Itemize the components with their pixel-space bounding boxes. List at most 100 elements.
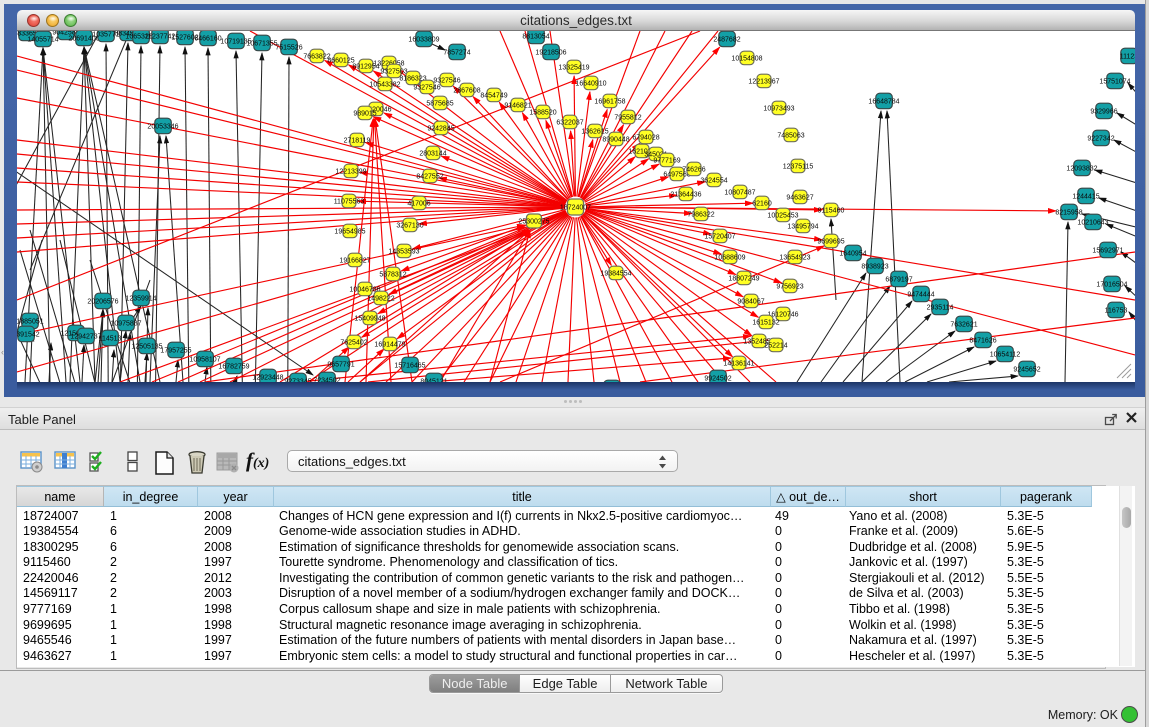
svg-text:6466160: 6466160 <box>194 35 221 42</box>
svg-text:9756923: 9756923 <box>776 283 803 290</box>
svg-text:6794028: 6794028 <box>632 134 659 141</box>
svg-text:9924502: 9924502 <box>704 375 731 382</box>
svg-text:7986322: 7986322 <box>687 211 714 218</box>
svg-text:8454749: 8454749 <box>480 92 507 99</box>
svg-text:2803144: 2803144 <box>419 150 446 157</box>
svg-text:7515526: 7515526 <box>275 44 302 51</box>
svg-text:16782759: 16782759 <box>218 363 249 370</box>
svg-text:19654985: 19654985 <box>334 228 365 235</box>
svg-text:13325419: 13325419 <box>558 64 589 71</box>
svg-text:15692971: 15692971 <box>1092 247 1123 254</box>
svg-text:9329966: 9329966 <box>1090 108 1117 115</box>
svg-text:417006: 417006 <box>407 200 430 207</box>
svg-text:7955812: 7955812 <box>614 114 641 121</box>
svg-text:8215958: 8215958 <box>1055 209 1082 216</box>
svg-text:19384554: 19384554 <box>600 270 631 277</box>
svg-text:16648784: 16648784 <box>868 98 899 105</box>
svg-text:16033809: 16033809 <box>408 36 439 43</box>
svg-text:17016504: 17016504 <box>1096 281 1127 288</box>
svg-text:10671355: 10671355 <box>246 40 277 47</box>
svg-text:8427552: 8427552 <box>416 173 443 180</box>
svg-text:9474444: 9474444 <box>907 291 934 298</box>
svg-text:12213967: 12213967 <box>748 78 779 85</box>
svg-text:6879197: 6879197 <box>885 276 912 283</box>
svg-text:15751074: 15751074 <box>1099 78 1130 85</box>
svg-text:7485063: 7485063 <box>777 132 804 139</box>
svg-text:7857274: 7857274 <box>443 49 470 56</box>
svg-text:1391542: 1391542 <box>17 331 40 338</box>
svg-text:12375115: 12375115 <box>783 163 814 170</box>
svg-text:5878312: 5878312 <box>379 271 406 278</box>
svg-text:8660125: 8660125 <box>327 57 354 64</box>
svg-text:989015: 989015 <box>353 110 376 117</box>
svg-text:9327546: 9327546 <box>433 77 460 84</box>
svg-text:12359914: 12359914 <box>125 295 156 302</box>
svg-text:746266: 746266 <box>682 166 705 173</box>
svg-text:12213399: 12213399 <box>335 168 366 175</box>
svg-text:14136141: 14136141 <box>723 360 754 367</box>
svg-text:20206576: 20206576 <box>87 298 118 305</box>
svg-text:12923448: 12923448 <box>252 374 283 381</box>
svg-text:10025453: 10025453 <box>767 212 798 219</box>
svg-text:9242845: 9242845 <box>427 125 454 132</box>
svg-text:7234502: 7234502 <box>313 377 340 382</box>
svg-text:17957255: 17957255 <box>160 347 191 354</box>
svg-text:10154808: 10154808 <box>731 55 762 62</box>
svg-text:6322037: 6322037 <box>556 119 583 126</box>
svg-text:14055714: 14055714 <box>27 36 58 43</box>
svg-text:10973493: 10973493 <box>763 105 794 112</box>
svg-text:12093832: 12093832 <box>1066 165 1097 172</box>
svg-text:9699695: 9699695 <box>817 238 844 245</box>
svg-text:15720407: 15720407 <box>704 233 735 240</box>
svg-text:9245652: 9245652 <box>1013 366 1040 373</box>
svg-text:12505135: 12505135 <box>131 343 162 350</box>
svg-text:11123: 11123 <box>1120 53 1135 60</box>
svg-text:18807249: 18807249 <box>728 275 759 282</box>
svg-text:2718119: 2718119 <box>344 137 371 144</box>
svg-text:10975887: 10975887 <box>110 320 141 327</box>
svg-text:9227342: 9227342 <box>1087 135 1114 142</box>
svg-text:2935114: 2935114 <box>927 304 954 311</box>
svg-text:9327546: 9327546 <box>413 84 440 91</box>
svg-text:10210643: 10210643 <box>1077 219 1108 226</box>
svg-text:1885051: 1885051 <box>17 318 44 325</box>
svg-text:13495794: 13495794 <box>787 223 818 230</box>
svg-text:13654923: 13654923 <box>779 254 810 261</box>
svg-text:3624554: 3624554 <box>700 177 727 184</box>
svg-text:8938923: 8938923 <box>861 263 888 270</box>
svg-text:25300275: 25300275 <box>518 219 549 226</box>
svg-text:7625402: 7625402 <box>340 339 367 346</box>
svg-text:10543382: 10543382 <box>369 81 400 88</box>
svg-text:8045121: 8045121 <box>420 378 447 382</box>
svg-text:9084067: 9084067 <box>737 298 764 305</box>
svg-text:10688609: 10688609 <box>714 254 745 261</box>
svg-text:2487682: 2487682 <box>713 36 740 43</box>
svg-text:9146821: 9146821 <box>504 102 531 109</box>
svg-text:15716465: 15716465 <box>394 362 425 369</box>
svg-text:3267130: 3267130 <box>396 222 423 229</box>
svg-text:9327503: 9327503 <box>380 68 407 75</box>
svg-text:10654112: 10654112 <box>990 351 1021 358</box>
svg-text:16640910: 16640910 <box>575 80 606 87</box>
svg-text:14353593: 14353593 <box>388 248 419 255</box>
svg-text:1498222: 1498222 <box>367 295 394 302</box>
svg-text:62160: 62160 <box>752 200 772 207</box>
svg-text:8471626: 8471626 <box>969 337 996 344</box>
svg-text:252214: 252214 <box>764 342 787 349</box>
svg-text:1362615: 1362615 <box>581 128 608 135</box>
svg-text:1640954: 1640954 <box>839 250 866 257</box>
svg-text:16914479: 16914479 <box>374 341 405 348</box>
svg-text:7632621: 7632621 <box>950 321 977 328</box>
svg-text:18724007: 18724007 <box>560 205 591 212</box>
svg-text:16961758: 16961758 <box>594 98 625 105</box>
svg-text:116753: 116753 <box>1105 307 1128 314</box>
svg-text:21364436: 21364436 <box>670 191 701 198</box>
svg-text:10807487: 10807487 <box>724 189 755 196</box>
svg-text:19166827: 19166827 <box>339 257 370 264</box>
svg-text:9657791: 9657791 <box>327 361 354 368</box>
svg-text:2867608: 2867608 <box>453 87 480 94</box>
svg-text:1588520: 1588520 <box>529 109 556 116</box>
svg-text:1244415: 1244415 <box>1072 193 1099 200</box>
svg-text:19218506: 19218506 <box>535 49 566 56</box>
svg-text:9777169: 9777169 <box>653 157 680 164</box>
